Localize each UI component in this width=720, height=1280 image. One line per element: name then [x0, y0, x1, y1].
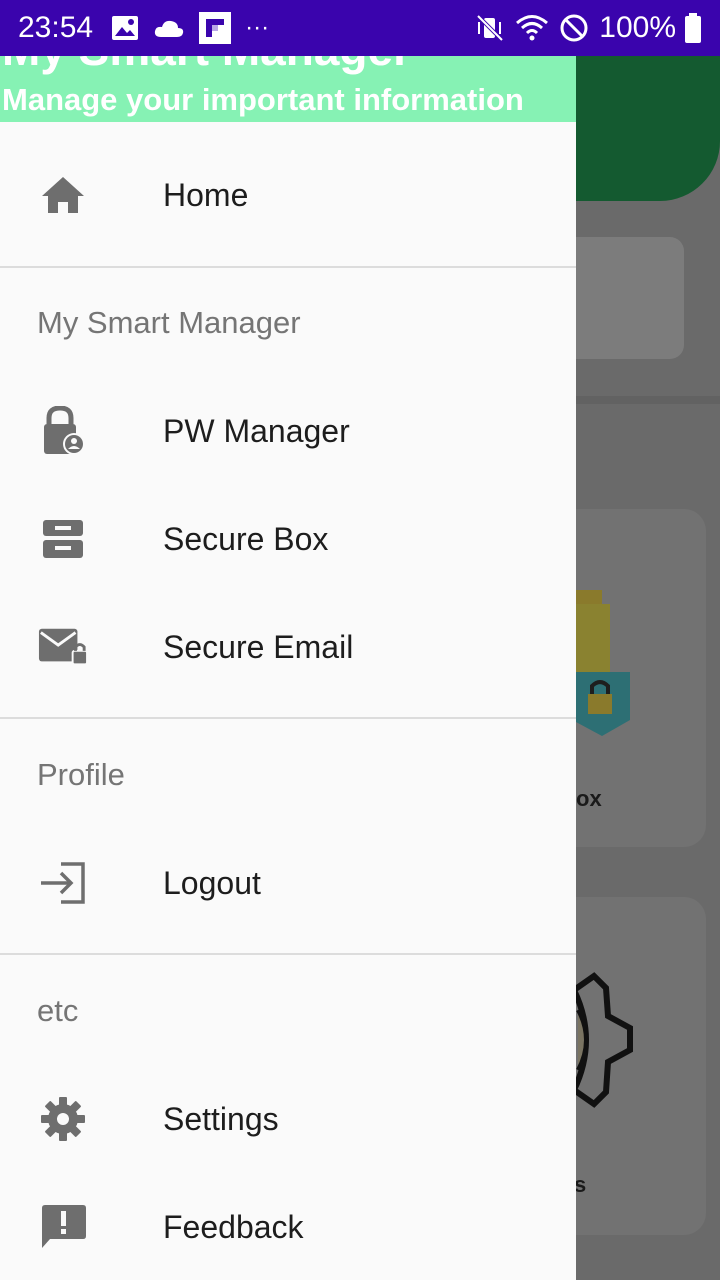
section-header-etc: etc — [37, 993, 79, 1028]
feedback-icon — [38, 1202, 88, 1252]
menu-item-feedback[interactable]: Feedback — [0, 1185, 576, 1269]
menu-item-logout[interactable]: Logout — [0, 841, 576, 925]
image-icon — [111, 15, 139, 41]
menu-item-label: Home — [163, 176, 249, 213]
inbox-tray-icon — [38, 514, 88, 564]
menu-item-label: Secure Box — [163, 520, 329, 557]
wifi-icon — [515, 14, 549, 42]
menu-item-label: Feedback — [163, 1208, 304, 1245]
do-not-disturb-icon — [559, 13, 589, 43]
divider — [0, 717, 576, 719]
battery-icon — [684, 13, 702, 43]
drawer-header: My Smart Manager Manage your important i… — [0, 56, 576, 122]
logout-icon — [38, 858, 88, 908]
menu-item-pw-manager[interactable]: PW Manager — [0, 389, 576, 473]
cloud-icon — [153, 17, 185, 39]
menu-item-label: Secure Email — [163, 628, 354, 665]
mail-lock-icon — [38, 622, 88, 672]
settings-illustration-icon — [570, 970, 634, 1135]
flipboard-icon — [199, 12, 232, 44]
divider — [0, 953, 576, 955]
menu-item-secure-email[interactable]: Secure Email — [0, 605, 576, 689]
section-header-profile: Profile — [37, 757, 125, 792]
menu-item-home[interactable]: Home — [0, 153, 576, 237]
status-time: 23:54 — [18, 11, 94, 44]
home-icon — [38, 170, 88, 220]
navigation-drawer: My Smart Manager Manage your important i… — [0, 56, 576, 1280]
vibrate-mute-icon — [475, 13, 505, 43]
secure-box-illustration-icon — [576, 590, 632, 745]
menu-item-secure-box[interactable]: Secure Box — [0, 497, 576, 581]
menu-item-settings[interactable]: Settings — [0, 1077, 576, 1161]
more-dots-icon: ··· — [245, 14, 270, 41]
gear-icon — [38, 1094, 88, 1144]
menu-item-label: Logout — [163, 864, 261, 901]
menu-item-label: Settings — [163, 1100, 279, 1137]
lock-person-icon — [38, 406, 88, 456]
drawer-subtitle: Manage your important information — [2, 82, 524, 117]
section-header-my-smart-manager: My Smart Manager — [37, 305, 301, 340]
battery-percent: 100% — [599, 11, 676, 44]
background-card-label: ox — [576, 786, 602, 811]
status-bar: 23:54 ··· 100% — [0, 0, 720, 56]
menu-item-label: PW Manager — [163, 412, 350, 449]
divider — [0, 266, 576, 268]
drawer-title: My Smart Manager — [2, 56, 411, 76]
